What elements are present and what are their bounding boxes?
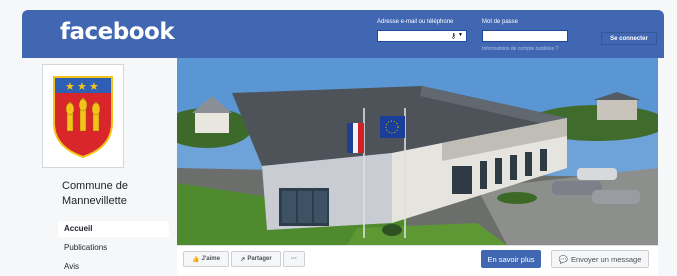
key-icon[interactable]: ⚷ — [451, 32, 456, 40]
password-field[interactable] — [482, 30, 568, 42]
password-label: Mot de passe — [482, 19, 519, 25]
share-label: Partager — [247, 256, 272, 262]
coat-of-arms-image: ★ ★ ★ — [53, 76, 113, 159]
chevron-down-icon[interactable]: ▼ — [458, 32, 463, 38]
svg-text:★: ★ — [89, 80, 99, 93]
town-hall-image — [177, 58, 658, 245]
learn-more-button[interactable]: En savoir plus — [481, 250, 541, 268]
page-name[interactable]: Commune de Mannevillette — [62, 179, 172, 209]
email-field[interactable]: ⚷ ▼ — [377, 30, 467, 42]
email-label: Adresse e-mail ou téléphone — [377, 19, 454, 25]
share-icon: ↗ — [240, 256, 246, 263]
login-button[interactable]: Se connecter — [601, 32, 657, 45]
send-message-label: Envoyer un message — [570, 254, 642, 264]
like-label: J'aime — [201, 256, 220, 262]
profile-picture[interactable]: ★ ★ ★ — [42, 64, 124, 168]
like-button[interactable]: 👍 J'aime — [183, 251, 229, 267]
nav-item-accueil[interactable]: Accueil — [58, 221, 169, 237]
more-button[interactable]: ··· — [283, 251, 305, 267]
cover-photo[interactable] — [177, 58, 658, 245]
share-button[interactable]: ↗ Partager — [231, 251, 281, 267]
thumbs-up-icon: 👍 — [192, 256, 200, 263]
messenger-icon: 💬 — [558, 254, 568, 264]
send-message-button[interactable]: 💬 Envoyer un message — [551, 250, 649, 268]
nav-item-publications[interactable]: Publications — [58, 240, 169, 256]
top-bar: facebook Adresse e-mail ou téléphone ⚷ ▼… — [22, 10, 664, 58]
page-action-bar: 👍 J'aime ↗ Partager ··· En savoir plus 💬… — [177, 245, 658, 276]
forgot-account-link[interactable]: Informations de compte oubliées ? — [482, 46, 558, 52]
svg-text:★: ★ — [65, 80, 75, 93]
nav-item-avis[interactable]: Avis — [58, 259, 169, 275]
svg-text:★: ★ — [77, 80, 87, 93]
facebook-logo[interactable]: facebook — [60, 19, 175, 45]
